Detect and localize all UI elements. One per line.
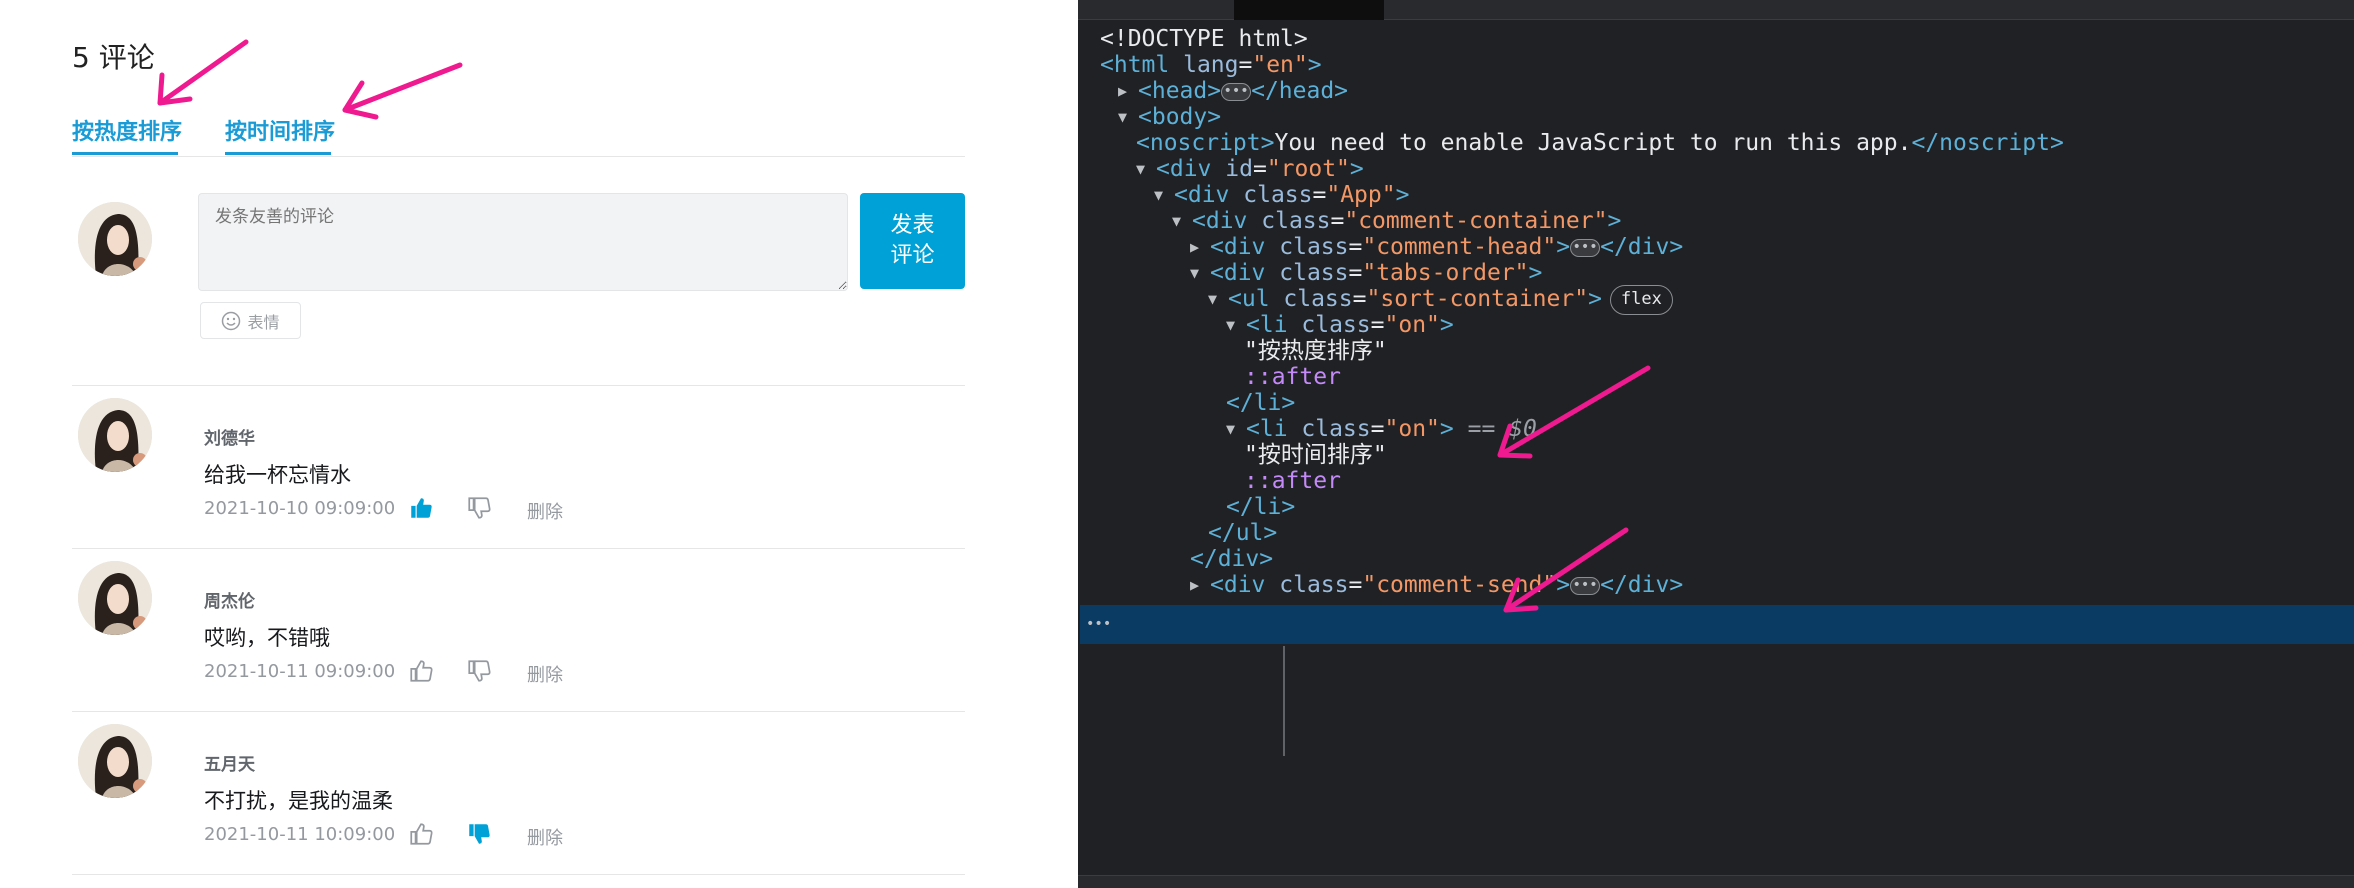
current-user-avatar: [78, 202, 152, 276]
comment-divider: [72, 548, 965, 549]
smiley-icon: [222, 311, 241, 330]
thumbs-up-icon[interactable]: [408, 658, 434, 684]
comment-text: 不打扰，是我的温柔: [204, 789, 393, 813]
comment-item: 五月天 不打扰，是我的温柔 2021-10-11 10:09:00 删除: [0, 724, 1078, 872]
avatar: [78, 724, 152, 798]
thumbs-up-icon[interactable]: [408, 821, 434, 847]
comment-username: 周杰伦: [204, 592, 255, 612]
annotation-arrows: [157, 39, 463, 120]
thumbs-up-icon[interactable]: [408, 495, 434, 521]
arrow-1-shaft: [157, 39, 249, 106]
comment-username: 五月天: [204, 755, 255, 775]
emoji-label: 表情: [247, 312, 280, 332]
tabs-divider: [72, 156, 965, 157]
arrow-2-shaft: [342, 62, 463, 113]
avatar: [78, 561, 152, 635]
comment-text: 给我一杯忘情水: [204, 463, 351, 487]
thumbs-down-icon[interactable]: [466, 821, 492, 847]
comment-item: 刘德华 给我一杯忘情水 2021-10-10 09:09:00 删除: [0, 398, 1078, 546]
thumbs-down-icon[interactable]: [466, 658, 492, 684]
annotation-arrows: [1497, 365, 1651, 613]
arrow-4-shaft: [1503, 527, 1629, 613]
delete-button[interactable]: 删除: [527, 498, 563, 524]
tab-sort-by-hot-underline: [72, 152, 178, 155]
devtools-elements-panel: <!DOCTYPE html> <html lang="en"> ▶ <head> ••…: [1078, 0, 2354, 888]
comment-item: 周杰伦 哎哟，不错哦 2021-10-11 09:09:00 删除: [0, 561, 1078, 709]
comment-app-pane: 5 评论 按热度排序 按时间排序 发表 评论 表情 刘德华 给我一杯忘情水 20…: [0, 0, 1078, 888]
comment-time: 2021-10-11 09:09:00: [204, 661, 396, 682]
comment-time: 2021-10-11 10:09:00: [204, 824, 396, 845]
comment-divider: [72, 874, 965, 875]
comment-time: 2021-10-10 09:09:00: [204, 498, 396, 519]
tab-sort-by-time-underline: [225, 152, 331, 155]
avatar: [78, 398, 152, 472]
comment-input[interactable]: [198, 193, 848, 291]
arrow-3-shaft: [1497, 365, 1651, 458]
delete-button[interactable]: 删除: [527, 824, 563, 850]
comment-username: 刘德华: [204, 429, 255, 449]
thumbs-down-icon[interactable]: [466, 495, 492, 521]
emoji-button[interactable]: 表情: [200, 302, 301, 339]
comment-text: 哎哟，不错哦: [204, 626, 330, 650]
delete-button[interactable]: 删除: [527, 661, 563, 687]
devtools-bottom-bar: [1078, 875, 2354, 888]
publish-comment-button[interactable]: 发表 评论: [860, 193, 965, 289]
comment-count: 5 评论: [72, 41, 155, 74]
composer-divider: [72, 385, 965, 386]
comment-divider: [72, 711, 965, 712]
